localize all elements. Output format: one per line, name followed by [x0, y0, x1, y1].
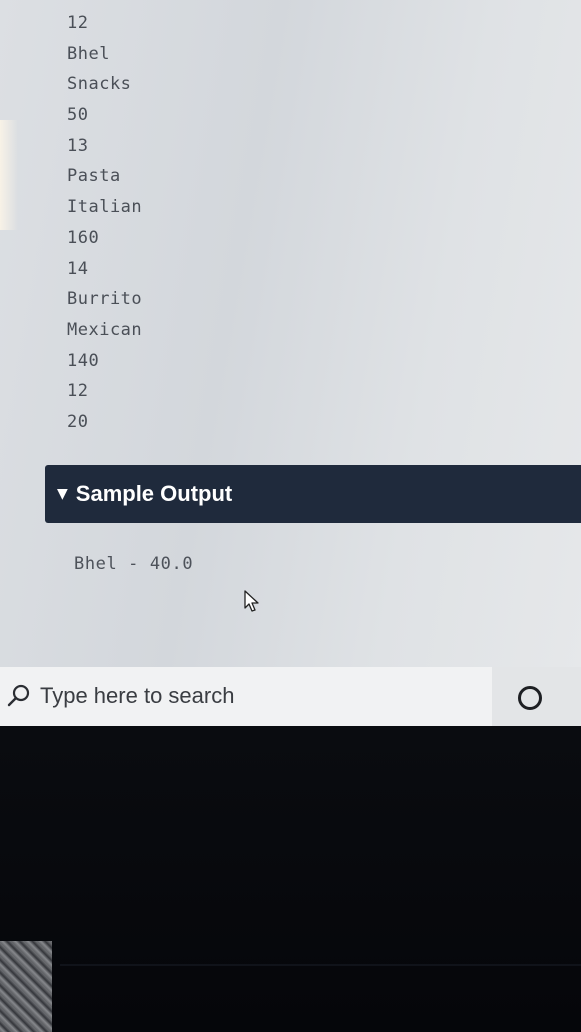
input-line: 14 [67, 258, 89, 279]
bezel-edge [60, 964, 581, 966]
input-line: Snacks [67, 74, 132, 95]
cortana-icon [518, 686, 542, 710]
input-line: Bhel [67, 43, 110, 64]
input-line: 12 [67, 13, 89, 33]
input-line: 140 [67, 350, 100, 371]
sample-output-toggle[interactable]: ▼ Sample Output [45, 465, 581, 523]
mouse-cursor-icon [244, 590, 260, 619]
input-line: 50 [67, 105, 89, 126]
input-line: 160 [67, 227, 100, 248]
taskbar-search-box[interactable]: Type here to search [0, 667, 492, 726]
input-line: 12 [67, 381, 89, 402]
input-line: Pasta [67, 166, 121, 187]
sample-output-title: Sample Output [75, 481, 233, 506]
search-placeholder: Type here to search [40, 683, 235, 708]
cortana-button[interactable] [492, 667, 581, 726]
input-line: Mexican [67, 319, 143, 340]
input-line: 13 [67, 135, 89, 156]
input-line: 20 [67, 411, 89, 432]
triangle-down-icon: ▼ [57, 486, 68, 502]
windows-taskbar: Type here to search [0, 667, 581, 726]
sample-input-block: 12 Bhel Snacks 50 13 Pasta Italian 160 1… [67, 10, 142, 440]
input-line: Italian [67, 197, 143, 218]
desk-surface [0, 941, 52, 1032]
screen: 12 Bhel Snacks 50 13 Pasta Italian 160 1… [0, 0, 581, 726]
input-line: Burrito [67, 289, 143, 310]
sample-output-text: Bhel - 40.0 [74, 554, 194, 574]
search-icon [6, 683, 32, 714]
monitor-bezel [0, 726, 581, 1032]
screen-glare [0, 120, 18, 230]
